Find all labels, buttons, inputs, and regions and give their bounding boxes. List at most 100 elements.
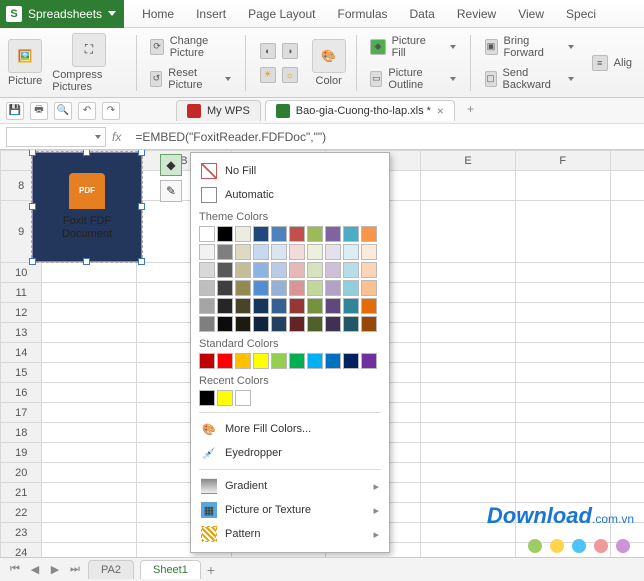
cell[interactable]: [610, 343, 644, 363]
color-swatch[interactable]: [235, 262, 251, 278]
cell[interactable]: [421, 201, 516, 263]
cell[interactable]: [42, 383, 137, 403]
color-swatch[interactable]: [289, 298, 305, 314]
color-swatch[interactable]: [253, 226, 269, 242]
tab-mywps[interactable]: My WPS: [176, 100, 261, 121]
color-swatch[interactable]: [253, 262, 269, 278]
cell[interactable]: [421, 383, 516, 403]
add-sheet-button[interactable]: +: [207, 562, 215, 578]
cell[interactable]: [421, 443, 516, 463]
brightness-button[interactable]: ☀☼: [256, 65, 302, 85]
cell[interactable]: [515, 263, 610, 283]
cell[interactable]: [421, 423, 516, 443]
cell[interactable]: [42, 363, 137, 383]
color-swatch[interactable]: [307, 316, 323, 332]
cell[interactable]: [421, 483, 516, 503]
color-swatch[interactable]: [307, 298, 323, 314]
color-swatch[interactable]: [361, 262, 377, 278]
cell[interactable]: [610, 483, 644, 503]
sheet-tab-pa2[interactable]: PA2: [88, 560, 134, 579]
color-swatch[interactable]: [217, 298, 233, 314]
embedded-object[interactable]: PDF Foxit FDF Document: [32, 152, 142, 262]
more-colors-option[interactable]: 🎨More Fill Colors...: [199, 417, 381, 441]
color-swatch[interactable]: [325, 226, 341, 242]
color-swatch[interactable]: [199, 390, 215, 406]
resize-handle[interactable]: [29, 150, 36, 156]
cell[interactable]: [421, 363, 516, 383]
formula-input[interactable]: =EMBED("FoxitReader.FDFDoc",""): [127, 130, 638, 144]
color-swatch[interactable]: [307, 353, 323, 369]
color-swatch[interactable]: [307, 280, 323, 296]
color-swatch[interactable]: [217, 390, 233, 406]
menu-insert[interactable]: Insert: [196, 7, 226, 21]
texture-option[interactable]: ▦Picture or Texture▸: [199, 498, 381, 522]
color-swatch[interactable]: [217, 262, 233, 278]
resize-handle[interactable]: [83, 150, 90, 156]
app-menu-button[interactable]: S Spreadsheets: [0, 0, 124, 28]
color-swatch[interactable]: [199, 316, 215, 332]
cell[interactable]: [610, 323, 644, 343]
change-picture-button[interactable]: ⟳Change Picture: [146, 33, 234, 61]
color-swatch[interactable]: [307, 226, 323, 242]
color-swatch[interactable]: [307, 244, 323, 260]
cell[interactable]: [42, 343, 137, 363]
send-backward-button[interactable]: ▢Send Backward: [481, 65, 578, 93]
row-header[interactable]: 12: [1, 303, 42, 323]
color-swatch[interactable]: [343, 280, 359, 296]
cell[interactable]: [610, 423, 644, 443]
cell[interactable]: [610, 463, 644, 483]
color-swatch[interactable]: [235, 244, 251, 260]
color-swatch[interactable]: [253, 244, 269, 260]
cell[interactable]: [42, 403, 137, 423]
resize-handle[interactable]: [29, 203, 36, 210]
qat-redo-button[interactable]: ↷: [102, 102, 120, 120]
bring-forward-button[interactable]: ▣Bring Forward: [481, 33, 578, 61]
cell[interactable]: [42, 483, 137, 503]
pattern-option[interactable]: Pattern▸: [199, 522, 381, 546]
qat-preview-button[interactable]: 🔍: [54, 102, 72, 120]
cell[interactable]: [42, 423, 137, 443]
color-swatch[interactable]: [253, 316, 269, 332]
color-swatch[interactable]: [361, 316, 377, 332]
name-box[interactable]: [6, 127, 106, 147]
qat-print-button[interactable]: 🖶: [30, 102, 48, 120]
picture-fill-button[interactable]: ◆Picture Fill: [366, 33, 459, 61]
color-swatch[interactable]: [271, 226, 287, 242]
row-header[interactable]: 16: [1, 383, 42, 403]
ribbon-compress[interactable]: ⛶ Compress Pictures: [52, 33, 125, 93]
sheet-nav-last[interactable]: ⏭: [68, 563, 82, 576]
cell[interactable]: [421, 403, 516, 423]
color-swatch[interactable]: [271, 262, 287, 278]
cell[interactable]: [610, 443, 644, 463]
resize-handle[interactable]: [138, 203, 145, 210]
color-swatch[interactable]: [235, 298, 251, 314]
color-swatch[interactable]: [289, 353, 305, 369]
cell[interactable]: [610, 171, 644, 201]
cell[interactable]: [610, 263, 644, 283]
menu-review[interactable]: Review: [457, 7, 496, 21]
color-swatch[interactable]: [271, 280, 287, 296]
cell[interactable]: [610, 201, 644, 263]
cell[interactable]: [515, 303, 610, 323]
color-swatch[interactable]: [361, 298, 377, 314]
cell[interactable]: [421, 343, 516, 363]
cell[interactable]: [515, 201, 610, 263]
color-swatch[interactable]: [325, 298, 341, 314]
ribbon-picture[interactable]: 🖼️ Picture: [8, 39, 42, 87]
cell[interactable]: [610, 383, 644, 403]
cell[interactable]: [515, 463, 610, 483]
row-header[interactable]: 18: [1, 423, 42, 443]
color-swatch[interactable]: [343, 298, 359, 314]
color-swatch[interactable]: [361, 280, 377, 296]
ribbon-color[interactable]: 🎨 Color: [312, 39, 346, 87]
cell[interactable]: [515, 403, 610, 423]
cell[interactable]: [421, 323, 516, 343]
color-swatch[interactable]: [235, 226, 251, 242]
qat-undo-button[interactable]: ↶: [78, 102, 96, 120]
cell[interactable]: [515, 483, 610, 503]
color-swatch[interactable]: [235, 390, 251, 406]
color-swatch[interactable]: [199, 298, 215, 314]
color-swatch[interactable]: [217, 280, 233, 296]
sheet-nav-first[interactable]: ⏮: [8, 563, 22, 576]
cell[interactable]: [515, 283, 610, 303]
